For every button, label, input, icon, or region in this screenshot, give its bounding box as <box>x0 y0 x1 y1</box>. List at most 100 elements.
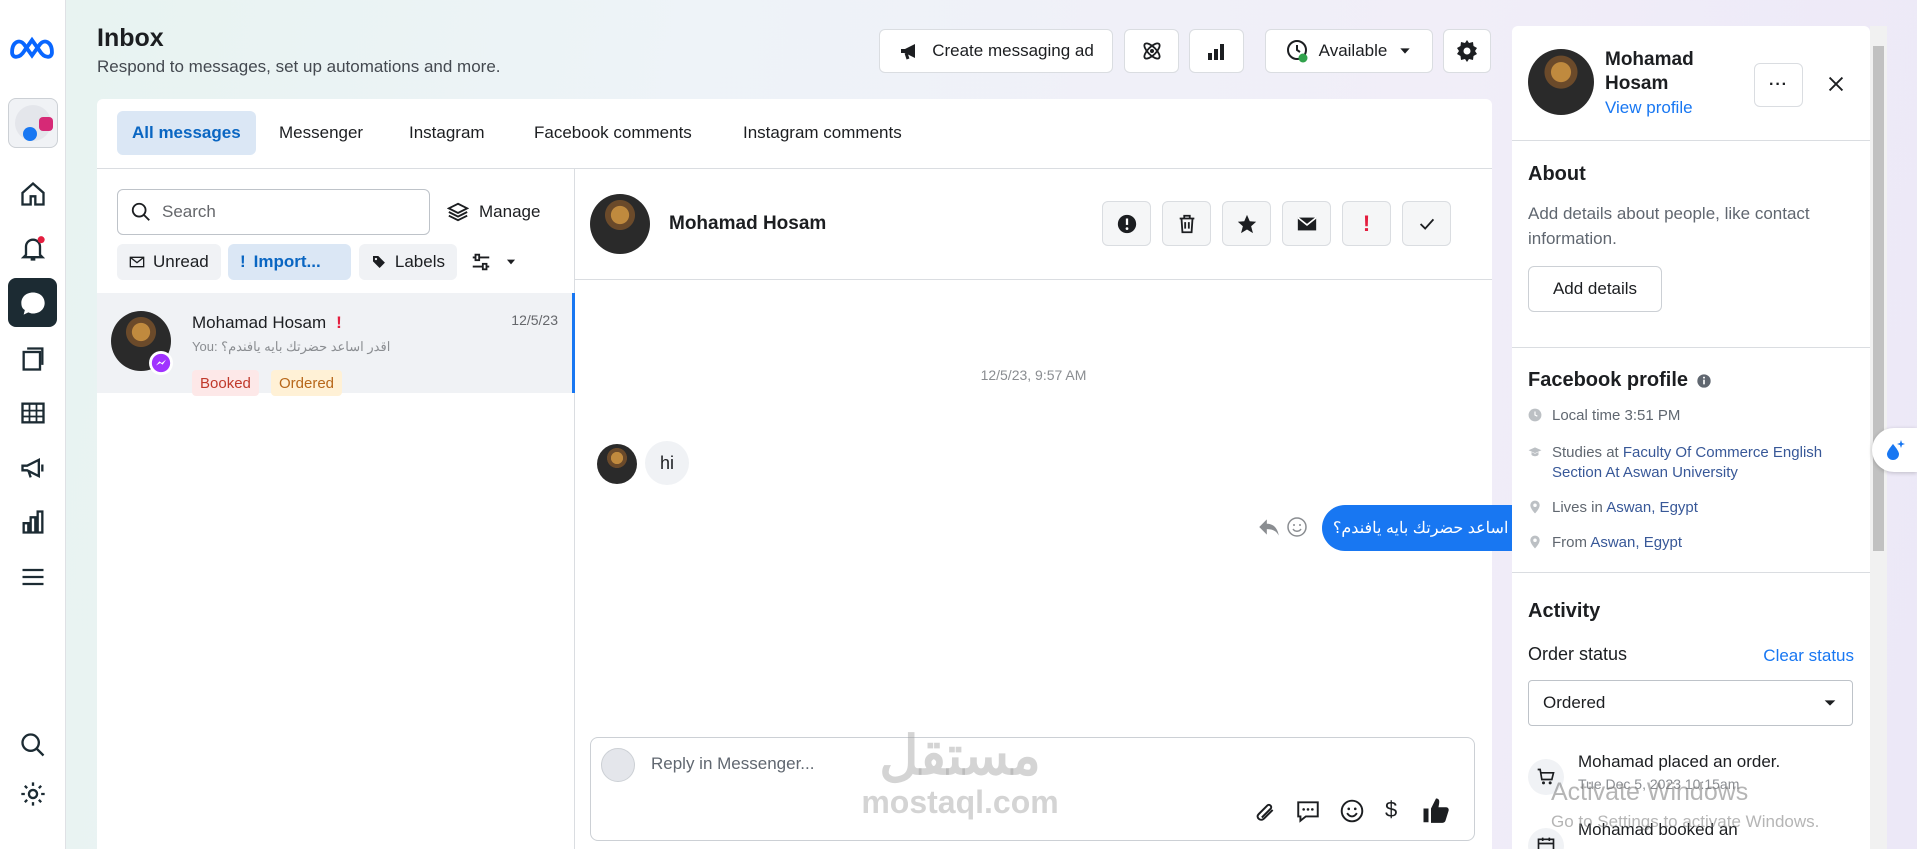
ads-nav-button[interactable] <box>8 443 57 492</box>
from-link[interactable]: Aswan, Egypt <box>1590 534 1682 551</box>
add-details-button[interactable]: Add details <box>1528 266 1662 312</box>
conversation-date: 12/5/23 <box>511 312 558 328</box>
search-nav-button[interactable] <box>8 720 57 769</box>
emoji-icon[interactable] <box>1339 798 1365 824</box>
close-icon[interactable] <box>1825 73 1847 95</box>
star-button[interactable] <box>1222 201 1271 246</box>
tab-messenger[interactable]: Messenger <box>264 111 378 155</box>
manage-label: Manage <box>479 202 541 221</box>
delete-button[interactable] <box>1162 201 1211 246</box>
page-subtitle: Respond to messages, set up automations … <box>97 57 501 76</box>
important-marker-icon: ! <box>336 313 342 332</box>
inbox-tabs: All messages Messenger Instagram Faceboo… <box>97 99 1492 169</box>
inbox-settings-button[interactable] <box>1443 29 1491 73</box>
chat-contact-name[interactable]: Mohamad Hosam <box>669 213 826 235</box>
floating-assistant-button[interactable] <box>1872 428 1917 472</box>
megaphone-icon <box>20 457 43 478</box>
tab-instagram[interactable]: Instagram <box>394 111 500 155</box>
manage-button[interactable]: Manage <box>447 189 540 235</box>
planner-nav-button[interactable] <box>8 388 57 437</box>
settings-nav-button[interactable] <box>8 769 57 818</box>
incoming-message-bubble[interactable]: hi <box>645 441 690 485</box>
left-nav-rail <box>0 0 66 849</box>
envelope-icon <box>1296 216 1317 230</box>
location-pin-icon <box>1530 500 1540 514</box>
sliders-icon <box>472 253 490 271</box>
tag-icon <box>372 256 385 268</box>
chat-bubble-icon <box>20 292 45 315</box>
conversation-row[interactable]: Mohamad Hosam ! 12/5/23 You: اقدر اساعد … <box>97 293 575 396</box>
report-spam-button[interactable] <box>1102 201 1151 246</box>
chat-contact-avatar[interactable] <box>590 194 650 254</box>
local-time-text: Local time 3:51 PM <box>1552 407 1681 424</box>
create-messaging-ad-button[interactable]: Create messaging ad <box>879 29 1113 73</box>
search-icon <box>20 732 44 756</box>
insights-nav-button[interactable] <box>8 497 57 546</box>
watermark: مستقل mostaql.com <box>845 728 1075 828</box>
meta-logo-icon[interactable] <box>9 32 55 62</box>
clear-status-link[interactable]: Clear status <box>1763 646 1854 666</box>
facebook-profile-heading: Facebook profile <box>1528 369 1712 392</box>
activity-order-title: Mohamad placed an order. <box>1578 752 1781 771</box>
create-messaging-ad-label: Create messaging ad <box>932 41 1094 60</box>
chat-header: Mohamad Hosam ! <box>575 169 1492 280</box>
important-filter[interactable]: ! Import... <box>228 244 351 280</box>
order-status-select[interactable]: Ordered <box>1528 680 1853 726</box>
availability-dropdown[interactable]: Available <box>1265 29 1433 73</box>
envelope-icon <box>129 256 145 268</box>
menu-nav-button[interactable] <box>8 552 57 601</box>
layers-icon <box>447 202 469 222</box>
caret-down-icon <box>1400 48 1411 54</box>
gear-icon <box>20 781 45 806</box>
insights-button[interactable] <box>1189 29 1244 73</box>
local-time-row: Local time 3:51 PM <box>1528 406 1858 426</box>
alert-circle-icon <box>1117 214 1136 233</box>
payment-dollar-icon[interactable]: $ <box>1385 797 1397 823</box>
profile-avatar[interactable] <box>1528 49 1594 115</box>
paperclip-icon[interactable] <box>1251 798 1277 824</box>
lives-in-link[interactable]: Aswan, Egypt <box>1606 499 1698 516</box>
search-input[interactable]: Search <box>117 189 430 235</box>
atom-icon <box>1142 42 1161 60</box>
from-row: From Aswan, Egypt <box>1528 533 1858 553</box>
mark-done-button[interactable] <box>1402 201 1451 246</box>
page-title: Inbox <box>97 24 164 52</box>
react-emoji-icon[interactable] <box>1285 515 1309 539</box>
mark-important-button[interactable]: ! <box>1342 201 1391 246</box>
trash-icon <box>1179 214 1194 233</box>
activity-title: Activity <box>1528 600 1601 622</box>
scrollbar-thumb[interactable] <box>1873 46 1884 551</box>
mark-unread-button[interactable] <box>1282 201 1331 246</box>
page-avatar[interactable] <box>8 98 58 148</box>
table-icon <box>20 402 45 423</box>
notifications-nav-button[interactable] <box>8 224 57 273</box>
availability-label: Available <box>1318 41 1388 60</box>
tab-all-messages[interactable]: All messages <box>117 111 256 155</box>
incoming-avatar <box>597 444 637 484</box>
content-nav-button[interactable] <box>8 334 57 383</box>
view-profile-link[interactable]: View profile <box>1605 98 1693 118</box>
clock-status-icon <box>1286 40 1308 63</box>
tab-instagram-comments[interactable]: Instagram comments <box>728 111 917 155</box>
labels-filter[interactable]: Labels <box>359 244 457 280</box>
saved-replies-icon[interactable] <box>1295 798 1321 824</box>
divider <box>1512 140 1870 141</box>
unread-filter-label: Unread <box>153 252 209 271</box>
ordered-tag: Ordered <box>271 370 343 396</box>
graduation-cap-icon <box>1528 447 1542 457</box>
reply-arrow-icon[interactable] <box>1256 514 1282 540</box>
tab-facebook-comments[interactable]: Facebook comments <box>519 111 707 155</box>
lives-in-row: Lives in Aswan, Egypt <box>1528 498 1858 518</box>
inbox-nav-button[interactable] <box>8 278 57 327</box>
unread-filter[interactable]: Unread <box>117 244 221 280</box>
thumbs-up-icon[interactable] <box>1421 796 1451 826</box>
messenger-badge <box>149 351 173 375</box>
page-avatar-small <box>601 748 635 782</box>
important-filter-label: Import... <box>253 252 321 271</box>
more-filters-button[interactable] <box>470 244 530 280</box>
home-nav-button[interactable] <box>8 169 57 218</box>
automations-button[interactable] <box>1124 29 1179 73</box>
search-placeholder: Search <box>162 202 216 221</box>
info-icon[interactable] <box>1696 373 1712 389</box>
more-options-button[interactable]: ··· <box>1754 63 1803 107</box>
